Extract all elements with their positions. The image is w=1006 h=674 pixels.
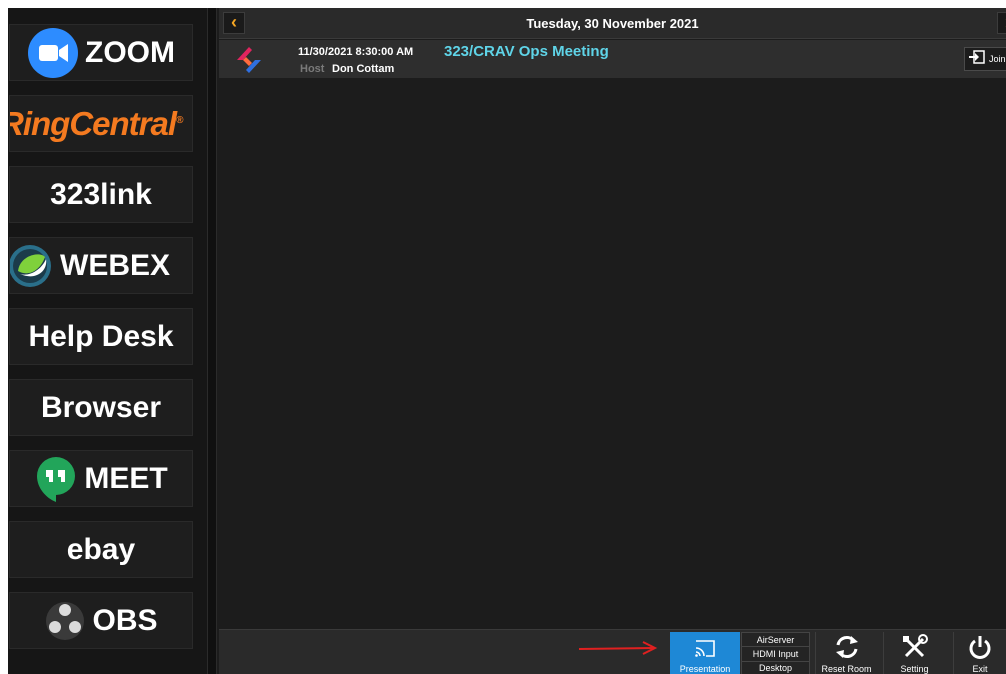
app-sidebar: ZOOM RingCentral® 323link WEBEX Help Des… [8,8,215,674]
cast-icon [692,638,718,662]
meeting-provider-icon [233,45,265,80]
app-tile-obs[interactable]: OBS [9,592,193,649]
meeting-datetime: 11/30/2021 8:30:00 AM [298,46,414,58]
reset-room-label: Reset Room [821,664,872,674]
app-label-webex: WEBEX [60,248,171,282]
app-tile-ebay[interactable]: ebay [9,521,193,578]
reset-room-button[interactable]: Reset Room [815,632,877,674]
exit-label: Exit [972,664,988,674]
meeting-list-item[interactable]: 11/30/2021 8:30:00 AM 323/CRAV Ops Meeti… [219,40,1006,78]
app-tile-help-desk[interactable]: Help Desk [9,308,193,365]
presentation-button[interactable]: Presentation [670,632,740,674]
app-label-help-desk: Help Desk [28,319,174,353]
setting-button[interactable]: Setting [883,632,945,674]
main-panel: ‹ Tuesday, 30 November 2021 › 11/30/2021… [219,8,1006,674]
bottom-toolbar: Presentation AirServer HDMI Input Deskto… [219,629,1006,674]
source-hdmi-input[interactable]: HDMI Input [741,646,810,662]
current-date: Tuesday, 30 November 2021 [526,16,699,31]
app-label-323link: 323link [50,177,152,211]
red-arrow-annotation [577,640,659,661]
meeting-title: 323/CRAV Ops Meeting [444,43,609,60]
app-tile-meet[interactable]: MEET [9,450,193,507]
power-icon [967,634,993,662]
tools-icon [901,634,929,662]
host-label: Host [300,63,325,75]
app-tile-zoom[interactable]: ZOOM [9,24,193,81]
app-label-browser: Browser [40,390,162,424]
app-label-zoom: ZOOM [85,35,175,69]
host-name: Don Cottam [332,63,395,75]
app-tile-323link[interactable]: 323link [9,166,193,223]
join-meeting-icon [968,49,986,70]
exit-button[interactable]: Exit [953,632,1006,674]
join-label: Join [989,54,1006,64]
join-button[interactable]: Join [964,47,1006,71]
date-header: ‹ Tuesday, 30 November 2021 › [219,8,1006,39]
source-airserver[interactable]: AirServer [741,632,810,648]
app-label-ebay: ebay [66,532,136,566]
obs-logo-icon [44,600,86,642]
next-day-button[interactable]: › [997,12,1006,34]
webex-logo-icon [10,241,54,291]
app-tile-browser[interactable]: Browser [9,379,193,436]
ringcentral-logo: RingCentral® [9,104,183,142]
source-desktop[interactable]: Desktop [741,660,810,674]
setting-label: Setting [900,664,929,674]
app-label-obs: OBS [92,603,158,637]
app-label-meet: MEET [84,461,168,495]
app-tile-ringcentral[interactable]: RingCentral® [9,95,193,152]
source-selector: AirServer HDMI Input Desktop [741,632,810,674]
sidebar-divider [207,8,217,674]
room-control-screen: ZOOM RingCentral® 323link WEBEX Help Des… [8,8,1006,674]
refresh-icon [833,634,861,662]
hangouts-quote-icon [34,454,78,504]
zoom-camera-icon [27,27,79,79]
app-tile-webex[interactable]: WEBEX [9,237,193,294]
presentation-label: Presentation [679,664,731,674]
